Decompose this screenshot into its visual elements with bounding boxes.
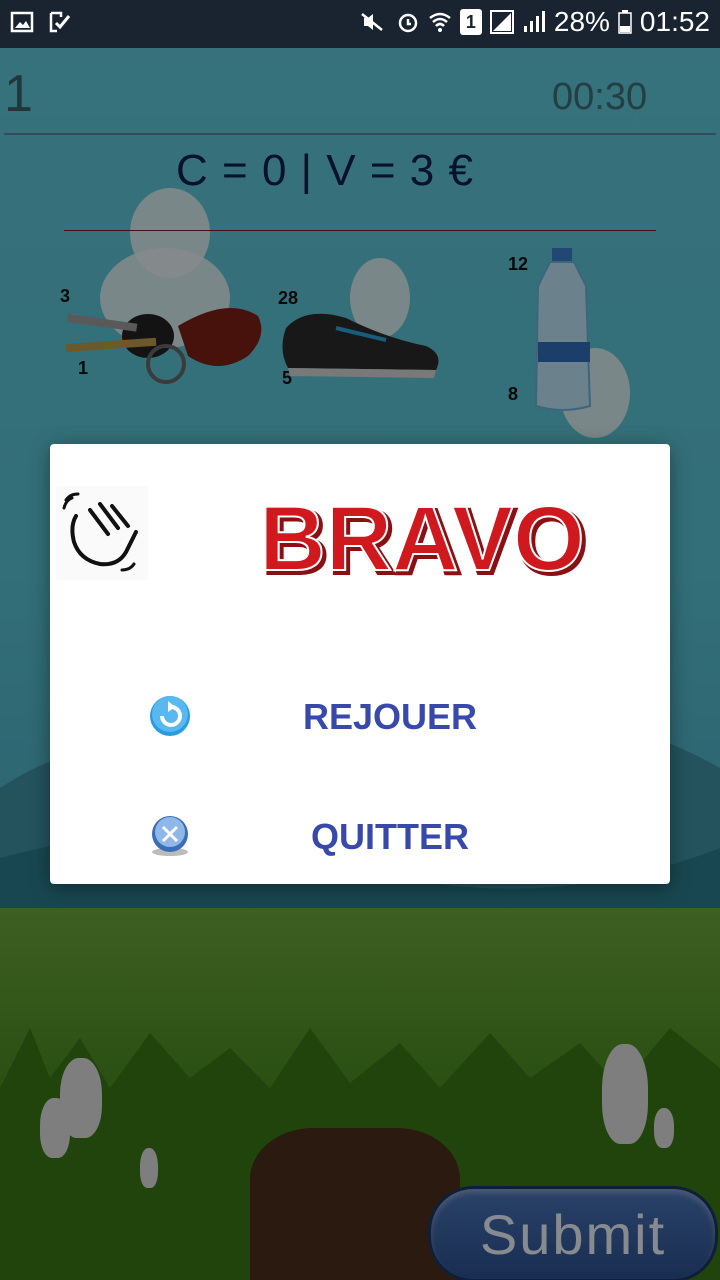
sim-icon: 1 (459, 9, 482, 35)
status-bar: 1 28% 01:52 (0, 0, 720, 48)
checkmark-icon (49, 11, 71, 33)
image-icon (10, 11, 34, 33)
signal-icon (489, 10, 514, 34)
signal-icon (523, 11, 545, 32)
mute-icon (361, 13, 383, 31)
replay-icon (150, 696, 190, 736)
clock: 01:52 (639, 6, 710, 37)
battery-percentage: 28% (553, 6, 610, 37)
alarm-icon (398, 13, 418, 33)
replay-label: REJOUER (302, 696, 478, 737)
replay-button[interactable]: REJOUER (50, 676, 670, 756)
bravo-title: BRAVO BRAVO (258, 492, 589, 584)
close-icon (152, 816, 188, 856)
svg-text:BRAVO: BRAVO (259, 492, 584, 584)
result-dialog: BRAVO BRAVO REJOUER QUITTER (50, 444, 670, 884)
wifi-icon (429, 12, 451, 32)
clapping-hands-icon (56, 486, 148, 580)
quit-label: QUITTER (311, 816, 469, 857)
battery-icon (618, 10, 632, 34)
quit-button[interactable]: QUITTER (50, 796, 670, 876)
